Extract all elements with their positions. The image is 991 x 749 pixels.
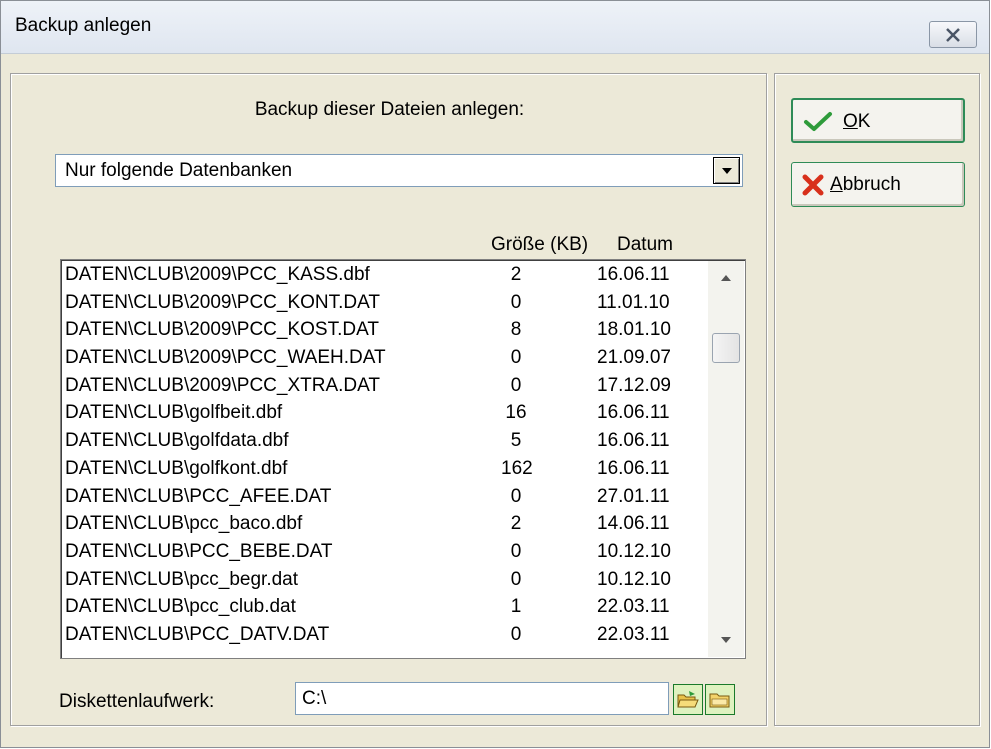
file-name: DATEN\CLUB\2009\PCC_KONT.DAT: [65, 291, 380, 313]
file-list[interactable]: DATEN\CLUB\2009\PCC_KASS.dbf 2 16.06.11 DAT…: [60, 259, 746, 659]
file-row[interactable]: DATEN\CLUB\2009\PCC_KASS.dbf 2 16.06.11: [61, 262, 705, 290]
file-name: DATEN\CLUB\PCC_AFEE.DAT: [65, 485, 332, 507]
cancel-mnemonic: A: [830, 174, 843, 195]
cancel-label-rest: bbruch: [842, 174, 901, 195]
drive-label: Diskettenlaufwerk:: [59, 691, 215, 712]
file-date: 14.06.11: [597, 513, 670, 535]
file-date: 16.06.11: [597, 430, 670, 452]
file-size: 0: [510, 540, 522, 562]
file-name: DATEN\CLUB\2009\PCC_XTRA.DAT: [65, 374, 380, 396]
column-header-size: Größe (KB): [491, 234, 589, 255]
file-size: 0: [510, 347, 522, 369]
backup-scope-select[interactable]: Nur folgende Datenbanken: [55, 154, 743, 187]
file-size: 5: [510, 430, 522, 452]
chevron-down-icon: [721, 167, 732, 174]
file-date: 22.03.11: [597, 596, 670, 618]
file-name: DATEN\CLUB\golfbeit.dbf: [65, 402, 283, 424]
browse-folder-button[interactable]: [673, 684, 703, 715]
arrow-down-icon: [721, 637, 731, 643]
cancel-button-label: Abbruch: [830, 174, 901, 196]
file-date: 17.12.09: [597, 374, 671, 396]
file-row[interactable]: DATEN\CLUB\PCC_AFEE.DAT 0 27.01.11: [61, 484, 705, 512]
scroll-down-button[interactable]: [708, 625, 744, 655]
file-size: 0: [510, 291, 522, 313]
file-size: 0: [510, 568, 522, 590]
file-date: 11.01.10: [597, 291, 670, 313]
file-row[interactable]: DATEN\CLUB\PCC_BEBE.DAT 0 10.12.10: [61, 539, 705, 567]
file-date: 27.01.11: [597, 485, 670, 507]
file-name: DATEN\CLUB\PCC_BEBE.DAT: [65, 540, 333, 562]
file-size: 0: [510, 374, 522, 396]
folder-icon: [709, 693, 730, 707]
file-row[interactable]: DATEN\CLUB\golfdata.dbf 5 16.06.11: [61, 428, 705, 456]
file-row[interactable]: DATEN\CLUB\2009\PCC_KOST.DAT 8 18.01.10: [61, 317, 705, 345]
ok-button[interactable]: OK: [791, 98, 965, 143]
file-row[interactable]: DATEN\CLUB\pcc_club.dat 1 22.03.11: [61, 594, 705, 622]
ok-button-label: OK: [843, 111, 870, 133]
action-panel: OK Abbruch: [774, 73, 980, 726]
close-icon: [946, 27, 960, 42]
file-size: 2: [510, 513, 522, 535]
file-name: DATEN\CLUB\PCC_DATV.DAT: [65, 623, 330, 645]
file-date: 10.12.10: [597, 568, 671, 590]
file-date: 18.01.10: [597, 319, 671, 341]
section-heading: Backup dieser Dateien anlegen:: [254, 99, 525, 120]
checkmark-icon: [804, 112, 832, 131]
arrow-up-icon: [721, 275, 731, 281]
file-name: DATEN\CLUB\golfdata.dbf: [65, 430, 289, 452]
file-date: 22.03.11: [597, 623, 670, 645]
scroll-up-button[interactable]: [708, 263, 744, 293]
file-row[interactable]: DATEN\CLUB\2009\PCC_XTRA.DAT 0 17.12.09: [61, 373, 705, 401]
vertical-scrollbar[interactable]: [708, 261, 744, 657]
ok-label-rest: K: [857, 111, 871, 132]
file-size: 16: [505, 402, 527, 424]
file-row[interactable]: DATEN\CLUB\pcc_baco.dbf 2 14.06.11: [61, 511, 705, 539]
file-selection-panel: Backup dieser Dateien anlegen: Nur folge…: [10, 73, 767, 726]
ok-mnemonic: O: [843, 111, 858, 132]
file-date: 16.06.11: [597, 264, 670, 285]
dropdown-button[interactable]: [713, 157, 740, 184]
file-size: 0: [510, 485, 522, 507]
file-row[interactable]: DATEN\CLUB\pcc_begr.dat 0 10.12.10: [61, 567, 705, 595]
file-size: 8: [510, 319, 522, 341]
file-size: 162: [501, 457, 533, 479]
drive-path-value: C:\: [302, 688, 327, 709]
column-header-date: Datum: [617, 234, 673, 255]
file-row[interactable]: DATEN\CLUB\2009\PCC_WAEH.DAT 0 21.09.07: [61, 345, 705, 373]
file-name: DATEN\CLUB\2009\PCC_KOST.DAT: [65, 319, 379, 341]
file-name: DATEN\CLUB\golfkont.dbf: [65, 457, 288, 479]
file-row[interactable]: DATEN\CLUB\PCC_DATV.DAT 0 22.03.11: [61, 622, 705, 650]
file-name: DATEN\CLUB\2009\PCC_WAEH.DAT: [65, 347, 386, 369]
file-date: 10.12.10: [597, 540, 671, 562]
close-button[interactable]: [929, 21, 977, 48]
folder-button[interactable]: [705, 684, 735, 715]
window-title: Backup anlegen: [15, 15, 152, 36]
file-name: DATEN\CLUB\2009\PCC_KASS.dbf: [65, 264, 370, 285]
file-date: 16.06.11: [597, 402, 670, 424]
file-row[interactable]: DATEN\CLUB\golfbeit.dbf 16 16.06.11: [61, 400, 705, 428]
file-name: DATEN\CLUB\pcc_club.dat: [65, 596, 296, 618]
file-row[interactable]: DATEN\CLUB\golfkont.dbf 162 16.06.11: [61, 456, 705, 484]
file-date: 21.09.07: [597, 347, 671, 369]
backup-scope-value: Nur folgende Datenbanken: [65, 160, 293, 181]
file-date: 16.06.11: [597, 457, 670, 479]
file-size: 2: [510, 264, 522, 285]
drive-path-field[interactable]: C:\: [295, 682, 669, 715]
cancel-button[interactable]: Abbruch: [791, 162, 965, 207]
file-list-rows: DATEN\CLUB\2009\PCC_KASS.dbf 2 16.06.11 DAT…: [61, 262, 705, 650]
file-size: 0: [510, 623, 522, 645]
title-bar: Backup anlegen: [1, 1, 989, 54]
x-mark-icon: [802, 174, 824, 196]
file-size: 1: [510, 596, 522, 618]
backup-dialog: Backup anlegen Backup dieser Dateien anl…: [0, 0, 990, 748]
folder-open-icon: [677, 690, 699, 707]
file-name: DATEN\CLUB\pcc_begr.dat: [65, 568, 299, 590]
file-name: DATEN\CLUB\pcc_baco.dbf: [65, 513, 303, 535]
scrollbar-thumb[interactable]: [712, 333, 740, 363]
file-row[interactable]: DATEN\CLUB\2009\PCC_KONT.DAT 0 11.01.10: [61, 290, 705, 318]
